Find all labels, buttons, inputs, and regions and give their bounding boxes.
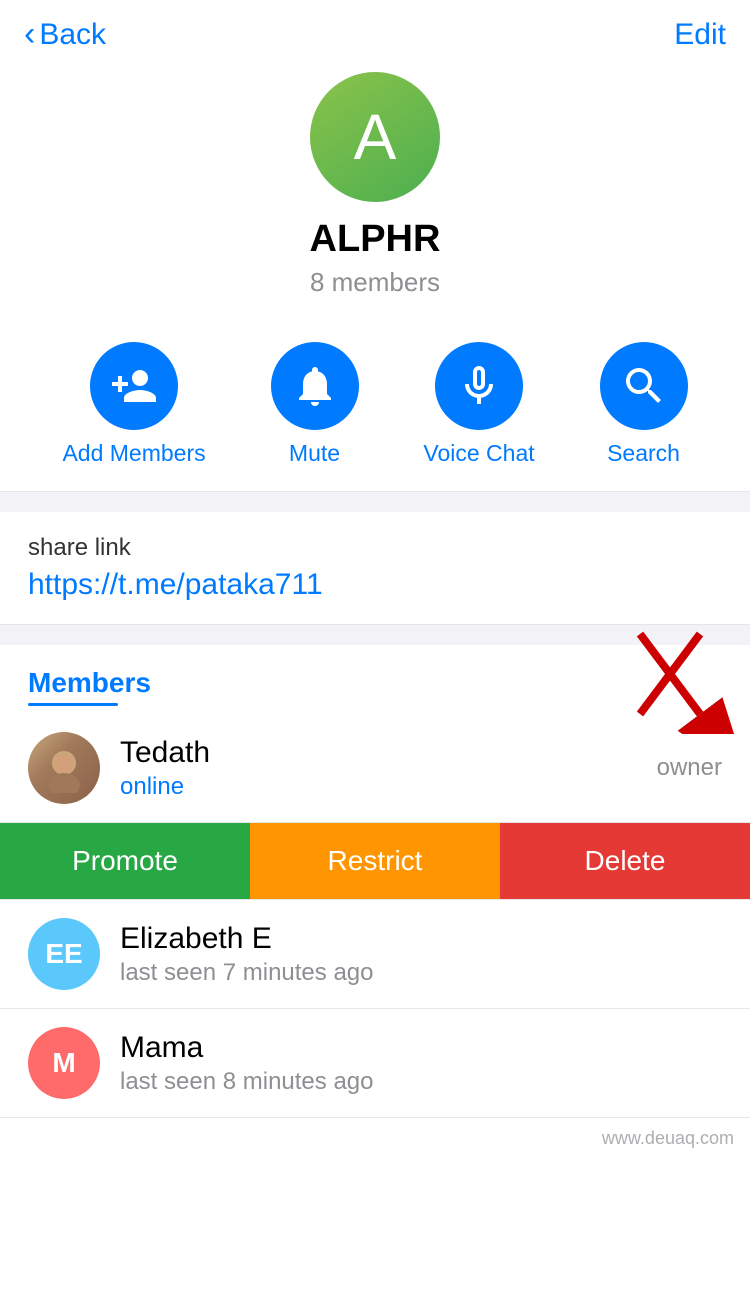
share-link-label: share link (28, 534, 722, 562)
tedath-badge: owner (657, 754, 722, 782)
tedath-avatar-icon (39, 743, 89, 793)
microphone-icon (455, 362, 503, 410)
search-icon (620, 362, 668, 410)
delete-button[interactable]: Delete (500, 823, 750, 899)
add-members-action[interactable]: Add Members (62, 342, 205, 467)
swipe-actions: Promote Restrict Delete (0, 823, 750, 900)
search-label: Search (607, 440, 680, 467)
mama-avatar: M (28, 1027, 100, 1099)
elizabeth-initial: EE (45, 938, 82, 970)
share-link-url[interactable]: https://t.me/pataka711 (28, 568, 722, 602)
watermark: www.deuaq.com (0, 1118, 750, 1155)
elizabeth-avatar: EE (28, 918, 100, 990)
elizabeth-status: last seen 7 minutes ago (120, 959, 722, 987)
group-name: ALPHR (310, 218, 441, 261)
mama-info: Mama last seen 8 minutes ago (120, 1031, 722, 1096)
group-avatar: A (310, 72, 440, 202)
mama-initial: M (52, 1047, 75, 1079)
nav-bar: ‹ Back Edit (0, 0, 750, 62)
share-link-section: share link https://t.me/pataka711 (0, 512, 750, 625)
tedath-name: Tedath (120, 736, 657, 770)
elizabeth-info: Elizabeth E last seen 7 minutes ago (120, 922, 722, 987)
profile-section: A ALPHR 8 members (0, 62, 750, 322)
search-icon-circle (600, 342, 688, 430)
chevron-left-icon: ‹ (24, 17, 35, 51)
mama-name: Mama (120, 1031, 722, 1065)
back-label: Back (39, 18, 106, 52)
bell-icon (291, 362, 339, 410)
mama-status: last seen 8 minutes ago (120, 1068, 722, 1096)
elizabeth-name: Elizabeth E (120, 922, 722, 956)
member-row-mama[interactable]: M Mama last seen 8 minutes ago (0, 1009, 750, 1118)
tedath-avatar (28, 732, 100, 804)
add-members-label: Add Members (62, 440, 205, 467)
voice-chat-label: Voice Chat (423, 440, 534, 467)
section-divider-1 (0, 492, 750, 512)
avatar-initial: A (354, 100, 397, 174)
promote-button[interactable]: Promote (0, 823, 250, 899)
back-button[interactable]: ‹ Back (24, 18, 106, 52)
mute-icon-circle (271, 342, 359, 430)
member-row-elizabeth[interactable]: EE Elizabeth E last seen 7 minutes ago (0, 900, 750, 1009)
members-section: Members Tedath (0, 645, 750, 1118)
add-person-icon (110, 362, 158, 410)
members-underline (28, 703, 118, 706)
mute-label: Mute (289, 440, 340, 467)
member-row-tedath[interactable]: Tedath online owner (0, 714, 750, 823)
search-action[interactable]: Search (600, 342, 688, 467)
tedath-status: online (120, 773, 657, 801)
add-members-icon-circle (90, 342, 178, 430)
mute-action[interactable]: Mute (271, 342, 359, 467)
member-count: 8 members (310, 267, 440, 298)
arrow-annotation (610, 624, 740, 734)
tedath-info: Tedath online (120, 736, 657, 801)
voice-chat-action[interactable]: Voice Chat (423, 342, 534, 467)
voice-chat-icon-circle (435, 342, 523, 430)
edit-button[interactable]: Edit (674, 18, 726, 52)
restrict-button[interactable]: Restrict (250, 823, 500, 899)
actions-row: Add Members Mute Voice Chat Search (0, 322, 750, 492)
watermark-text: www.deuaq.com (602, 1128, 734, 1148)
